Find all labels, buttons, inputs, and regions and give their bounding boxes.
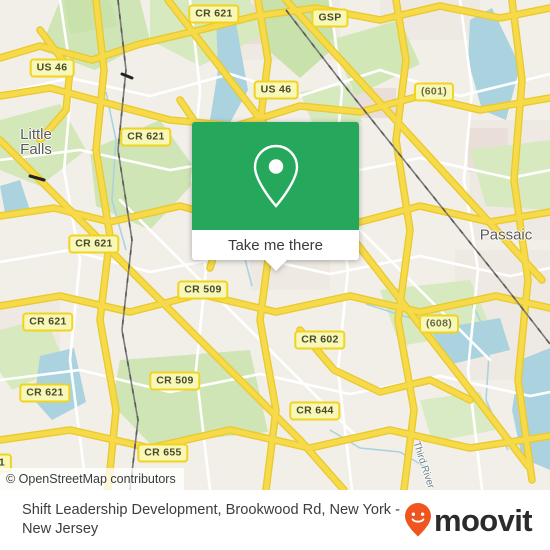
road-shield: GSP [311, 8, 349, 28]
road-shield: US 46 [29, 58, 75, 78]
moovit-logo[interactable]: moovit [403, 502, 540, 538]
road-shield: CR 602 [294, 330, 346, 350]
map-screenshot: Little Falls Passaic Third River CR 621 … [0, 0, 550, 550]
take-me-there-label: Take me there [227, 236, 324, 254]
popup-header [192, 122, 359, 230]
road-shield: (601) [413, 82, 455, 102]
popup-footer[interactable]: Take me there [192, 230, 359, 271]
moovit-wordmark: moovit [433, 502, 533, 538]
road-shield: CR 655 [137, 443, 189, 463]
road-shield: CR 509 [149, 371, 201, 391]
popup-tail-pointer [264, 260, 287, 271]
place-label: Passaic [479, 226, 533, 244]
osm-attribution[interactable]: © OpenStreetMap contributors [0, 468, 184, 490]
place-label: Little Falls [20, 126, 52, 158]
location-popup-card[interactable]: Take me there [192, 122, 359, 271]
road-shield: CR 621 [188, 4, 240, 24]
bottom-info-bar: Shift Leadership Development, Brookwood … [0, 490, 550, 550]
moovit-smiley-pin-icon [404, 503, 431, 537]
map-canvas[interactable]: Little Falls Passaic Third River CR 621 … [0, 0, 550, 490]
road-shield: CR 509 [177, 280, 229, 300]
road-shield: CR 644 [289, 401, 341, 421]
road-shield: CR 621 [19, 383, 71, 403]
road-shield: CR 621 [22, 312, 74, 332]
road-shield: CR 621 [68, 234, 120, 254]
location-title: Shift Leadership Development, Brookwood … [22, 502, 401, 537]
road-shield: US 46 [253, 80, 299, 100]
map-pin-icon [253, 144, 298, 208]
road-shield: (608) [418, 314, 460, 334]
road-shield: CR 621 [120, 127, 172, 147]
